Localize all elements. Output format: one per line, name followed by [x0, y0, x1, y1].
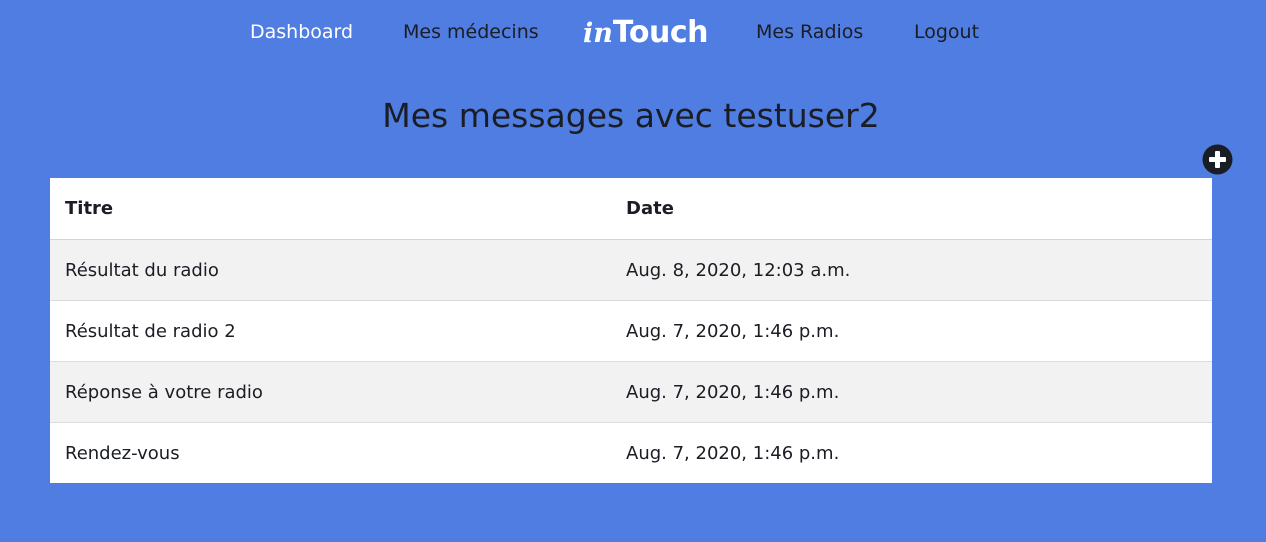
messages-table: Titre Date Résultat du radio Aug. 8, 202… [50, 178, 1212, 483]
page-title: Mes messages avec testuser2 [382, 96, 880, 135]
message-date-cell: Aug. 8, 2020, 12:03 a.m. [611, 239, 1212, 301]
table-row[interactable]: Résultat de radio 2 Aug. 7, 2020, 1:46 p… [50, 300, 1212, 362]
nav-link-logout[interactable]: Logout [914, 20, 979, 44]
table-body: Résultat du radio Aug. 8, 2020, 12:03 a.… [50, 239, 1212, 483]
message-date-cell: Aug. 7, 2020, 1:46 p.m. [611, 300, 1212, 362]
table-row[interactable]: Rendez-vous Aug. 7, 2020, 1:46 p.m. [50, 422, 1212, 483]
plus-circle-icon [1202, 144, 1233, 175]
header-row: Titre Date [50, 178, 1212, 240]
nav-link-mes-medecins[interactable]: Mes médecins [403, 20, 539, 44]
message-date-cell: Aug. 7, 2020, 1:46 p.m. [611, 361, 1212, 423]
messages-table-container: Titre Date Résultat du radio Aug. 8, 202… [50, 178, 1212, 483]
intouch-logo[interactable]: inTouch [583, 14, 708, 53]
message-date-cell: Aug. 7, 2020, 1:46 p.m. [611, 422, 1212, 483]
table-row[interactable]: Réponse à votre radio Aug. 7, 2020, 1:46… [50, 361, 1212, 423]
logo-prefix: in [583, 18, 613, 49]
add-message-button[interactable] [1202, 144, 1233, 175]
message-title-cell: Résultat du radio [50, 239, 611, 301]
message-title-cell: Résultat de radio 2 [50, 300, 611, 362]
nav-link-dashboard[interactable]: Dashboard [250, 20, 353, 44]
top-navbar: Dashboard Mes médecins inTouch Mes Radio… [0, 0, 1266, 64]
column-header-titre: Titre [50, 178, 611, 240]
message-title-cell: Rendez-vous [50, 422, 611, 483]
table-row[interactable]: Résultat du radio Aug. 8, 2020, 12:03 a.… [50, 239, 1212, 301]
message-title-cell: Réponse à votre radio [50, 361, 611, 423]
nav-link-mes-radios[interactable]: Mes Radios [756, 20, 863, 44]
table-header: Titre Date [50, 178, 1212, 240]
logo-suffix: Touch [612, 15, 709, 50]
column-header-date: Date [611, 178, 1212, 240]
